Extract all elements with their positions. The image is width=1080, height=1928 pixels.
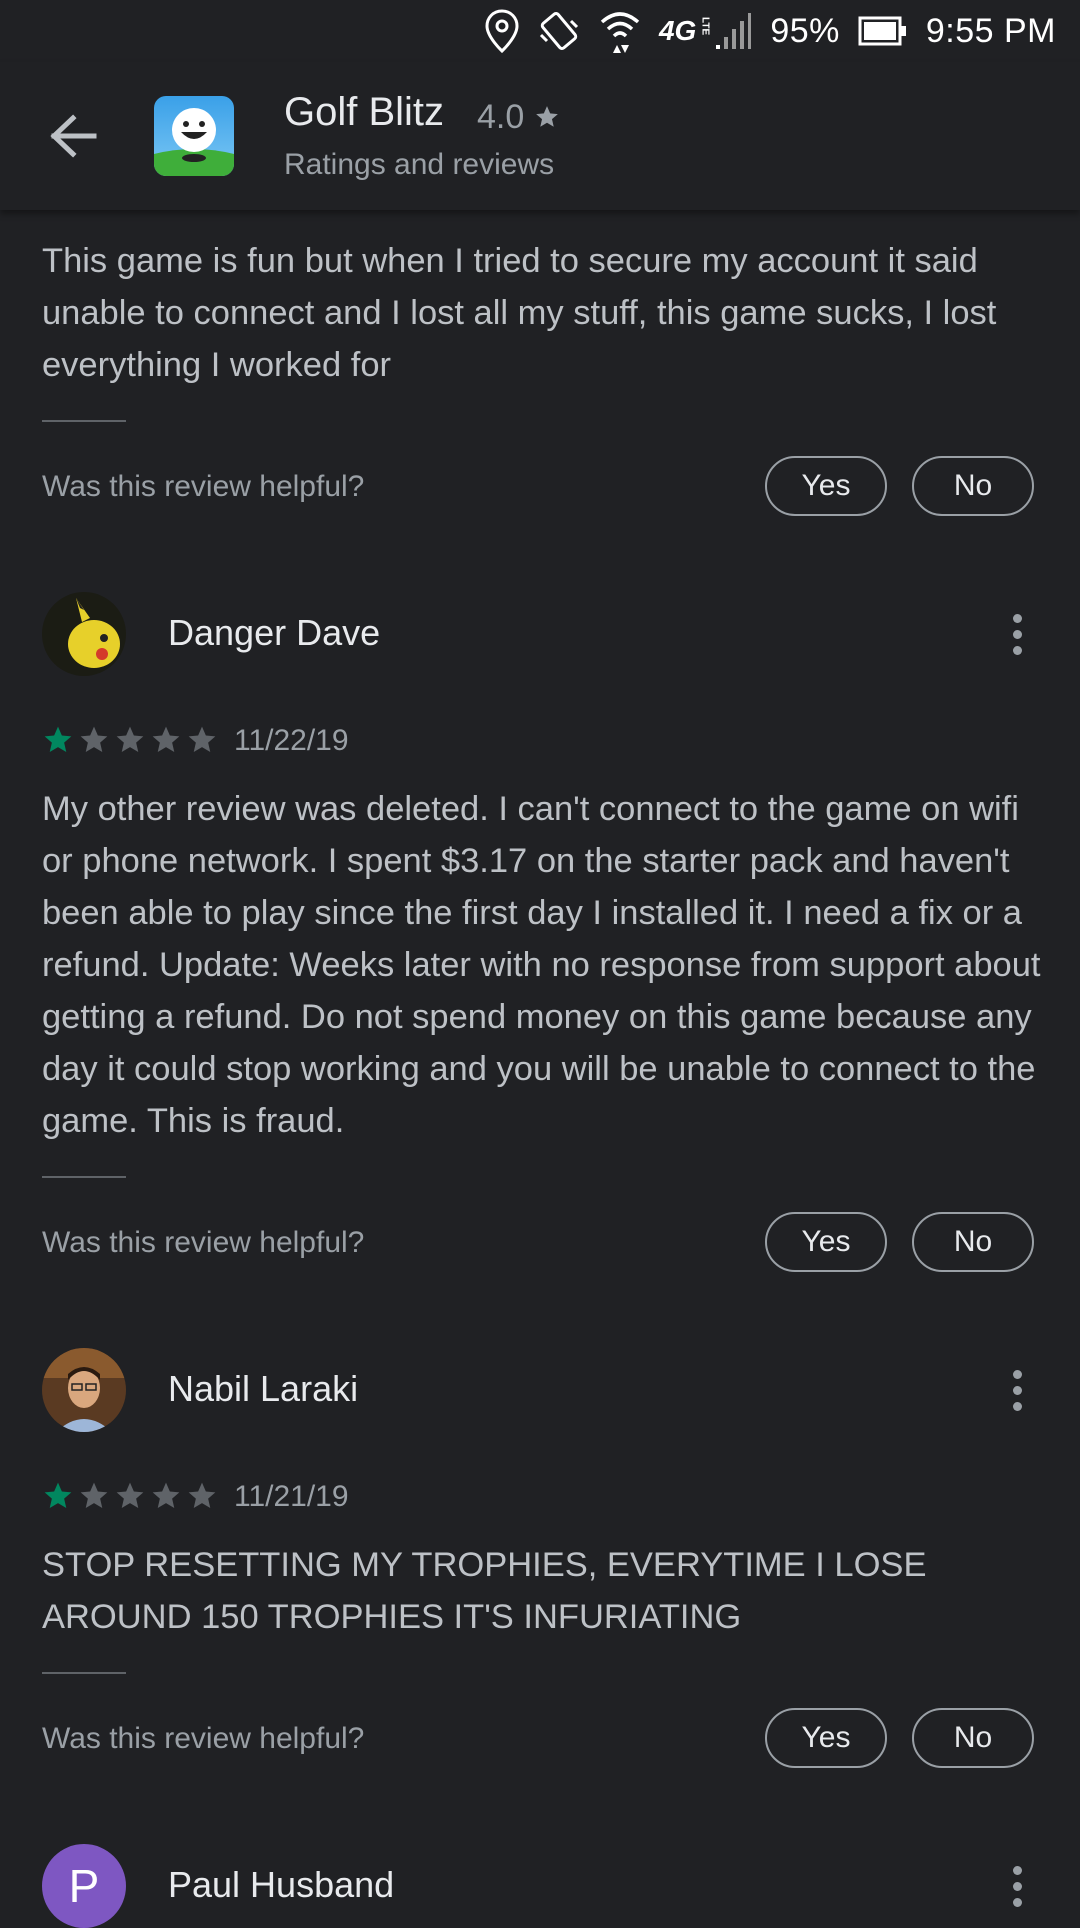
app-header: Golf Blitz 4.0 Ratings and reviews [0,62,1080,210]
helpful-question: Was this review helpful? [42,470,365,503]
star-empty-icon [116,1482,144,1508]
arrow-back-icon [50,114,97,158]
star-empty-icon [80,726,108,752]
star-empty-icon [152,1482,180,1508]
star-rating [42,724,218,756]
star-empty-icon [152,726,180,752]
rating-value: 4.0 [477,98,525,136]
helpful-yes-button[interactable]: Yes [765,1212,887,1272]
page-subtitle: Ratings and reviews [284,148,555,181]
helpful-no-button[interactable]: No [912,456,1034,516]
helpful-yes-button[interactable]: Yes [765,1708,887,1768]
star-empty-icon [116,726,144,752]
review-date: 11/21/19 [234,1480,349,1513]
divider [42,1672,126,1674]
avatar [42,592,126,676]
star-empty-icon [188,726,216,752]
review-text: This game is fun but when I tried to sec… [42,242,997,384]
avatar [42,1348,126,1432]
review-date: 11/22/19 [234,724,349,757]
star-filled-icon [44,726,72,752]
helpful-no-button[interactable]: No [912,1212,1034,1272]
reviewer-name: Danger Dave [168,612,381,653]
review-text: STOP RESETTING MY TROPHIES, EVERYTIME I … [42,1546,927,1636]
more-options-button[interactable] [1000,604,1034,664]
battery-icon [858,16,908,46]
more-options-button[interactable] [1000,1856,1034,1916]
back-button[interactable] [40,108,106,164]
helpful-yes-button[interactable]: Yes [765,456,887,516]
reviewer-name: Nabil Laraki [168,1368,359,1409]
lte-icon: 4G LTE [658,15,711,46]
avatar: P [42,1844,126,1928]
app-icon [154,96,234,176]
helpful-question: Was this review helpful? [42,1722,365,1755]
location-icon [485,9,519,53]
star-filled-icon [44,1482,72,1508]
more-options-button[interactable] [1000,1360,1034,1420]
star-rating [42,1480,218,1512]
signal-icon [714,11,752,51]
network-type: 4G [658,15,697,46]
divider [42,420,126,422]
app-title: Golf Blitz [284,90,445,134]
clock: 9:55 PM [925,11,1056,50]
star-icon [535,106,558,127]
star-empty-icon [80,1482,108,1508]
reviewer-name: Paul Husband [168,1864,395,1905]
app-rating: 4.0 [477,98,560,137]
star-empty-icon [188,1482,216,1508]
status-bar: 4G LTE 95% 9:55 PM [0,0,1080,62]
helpful-question: Was this review helpful? [42,1226,365,1259]
helpful-no-button[interactable]: No [912,1708,1034,1768]
vibrate-icon [537,9,581,53]
review-text: My other review was deleted. I can't con… [42,790,1041,1140]
wifi-icon [599,8,641,54]
battery-percent: 95% [770,11,840,50]
avatar-letter: P [68,1860,100,1912]
divider [42,1176,126,1178]
